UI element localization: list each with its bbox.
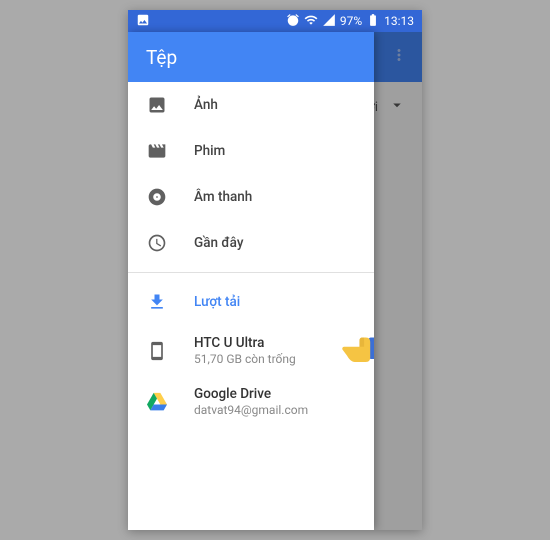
nav-item-audio[interactable]: Âm thanh: [128, 174, 374, 220]
storage-title: Google Drive: [194, 386, 308, 402]
storage-title: HTC U Ultra: [194, 335, 296, 351]
pointer-hand-icon: [338, 329, 374, 373]
album-icon: [146, 186, 168, 208]
drawer-body: Ảnh Phim Âm thanh Gần đây: [128, 82, 374, 530]
signal-icon: [322, 13, 336, 30]
storage-item-gdrive[interactable]: Google Drive datvat94@gmail.com: [128, 376, 374, 427]
status-bar: 97% 13:13: [128, 10, 422, 32]
nav-item-videos[interactable]: Phim: [128, 128, 374, 174]
nav-item-recent[interactable]: Gần đây: [128, 220, 374, 266]
drawer-title: Tệp: [128, 32, 374, 82]
clock-icon: [146, 232, 168, 254]
divider: [128, 272, 374, 273]
image-icon: [136, 16, 150, 30]
nav-drawer: Tệp Ảnh Phim Âm thanh: [128, 32, 374, 530]
phone-frame: 97% 13:13 lới Tệp: [128, 10, 422, 530]
nav-item-images[interactable]: Ảnh: [128, 82, 374, 128]
phone-icon: [146, 340, 168, 362]
clock-time: 13:13: [384, 14, 414, 28]
download-icon: [146, 291, 168, 313]
storage-item-device[interactable]: HTC U Ultra 51,70 GB còn trống: [128, 325, 374, 376]
storage-subtitle: 51,70 GB còn trống: [194, 352, 296, 366]
alarm-icon: [286, 13, 300, 30]
wifi-icon: [304, 13, 318, 30]
nav-label: Ảnh: [194, 97, 218, 113]
nav-label: Phim: [194, 143, 225, 159]
nav-label: Lượt tải: [194, 294, 240, 310]
battery-icon: [366, 13, 380, 30]
nav-label: Âm thanh: [194, 189, 252, 205]
google-drive-icon: [146, 391, 168, 413]
battery-percent: 97%: [340, 14, 362, 28]
image-icon: [146, 94, 168, 116]
storage-subtitle: datvat94@gmail.com: [194, 403, 308, 417]
movie-icon: [146, 140, 168, 162]
nav-label: Gần đây: [194, 235, 243, 251]
nav-item-downloads[interactable]: Lượt tải: [128, 279, 374, 325]
